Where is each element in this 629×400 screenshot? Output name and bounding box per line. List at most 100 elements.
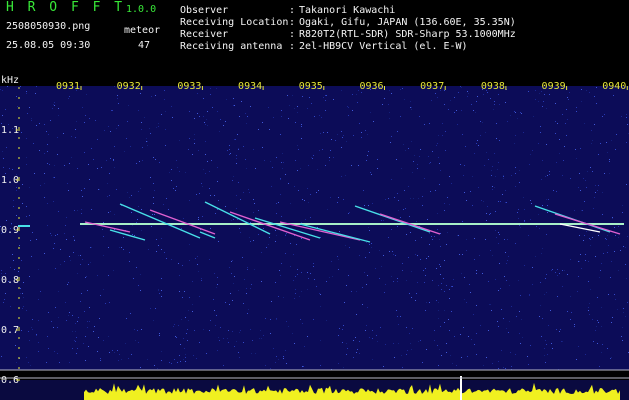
noise-speck [451, 311, 452, 312]
noise-speck [14, 269, 15, 270]
noise-speck [364, 205, 365, 206]
noise-speck [570, 319, 571, 320]
noise-speck [100, 295, 101, 296]
noise-speck [586, 187, 587, 188]
noise-speck [307, 188, 308, 189]
noise-speck [416, 293, 417, 294]
noise-speck [283, 162, 284, 163]
noise-speck [243, 303, 244, 304]
noise-speck [557, 275, 558, 276]
noise-speck [229, 149, 230, 150]
noise-speck [348, 275, 349, 276]
noise-speck [367, 275, 368, 276]
noise-speck [491, 170, 492, 171]
noise-speck [511, 306, 512, 307]
noise-speck [502, 194, 503, 195]
noise-speck [16, 215, 17, 216]
noise-speck [295, 160, 296, 161]
noise-speck [132, 234, 133, 235]
noise-speck [568, 99, 569, 100]
noise-speck [110, 211, 111, 212]
noise-speck [301, 291, 302, 292]
noise-speck [100, 360, 101, 361]
noise-speck [394, 357, 395, 358]
noise-speck [290, 243, 291, 244]
noise-speck [506, 280, 507, 281]
noise-speck [618, 226, 619, 227]
noise-speck [157, 368, 158, 369]
noise-speck [276, 203, 277, 204]
noise-speck [217, 111, 218, 112]
noise-speck [244, 279, 245, 280]
noise-speck [258, 225, 259, 226]
noise-speck [242, 257, 243, 258]
noise-speck [99, 189, 100, 190]
noise-speck [316, 192, 317, 193]
noise-speck [38, 299, 39, 300]
noise-speck [228, 342, 229, 343]
noise-speck [225, 206, 226, 207]
noise-speck [270, 319, 271, 320]
noise-speck [93, 159, 94, 160]
noise-speck [368, 151, 369, 152]
x-tick-label: 0932 [117, 81, 141, 92]
noise-speck [184, 348, 185, 349]
noise-speck [517, 118, 518, 119]
noise-speck [20, 86, 21, 87]
noise-speck [429, 233, 430, 234]
noise-speck [435, 93, 436, 94]
app-title: H R O F F T [6, 0, 126, 15]
noise-speck [180, 344, 181, 345]
noise-speck [48, 348, 49, 349]
noise-speck [141, 129, 142, 130]
noise-speck [371, 174, 372, 175]
noise-speck [276, 235, 277, 236]
noise-speck [498, 290, 499, 291]
noise-speck [325, 95, 326, 96]
noise-speck [411, 271, 412, 272]
noise-speck [26, 164, 27, 165]
noise-speck [85, 115, 86, 116]
noise-speck [31, 256, 32, 257]
noise-speck [346, 343, 347, 344]
noise-speck [476, 354, 477, 355]
noise-speck [246, 293, 247, 294]
noise-speck [226, 99, 227, 100]
noise-speck [319, 150, 320, 151]
noise-speck [489, 304, 490, 305]
noise-speck [147, 145, 148, 146]
noise-speck [606, 239, 607, 240]
noise-speck [110, 158, 111, 159]
noise-speck [193, 355, 194, 356]
noise-speck [35, 93, 36, 94]
noise-speck [562, 286, 563, 287]
noise-speck [217, 350, 218, 351]
noise-speck [131, 354, 132, 355]
noise-speck [80, 301, 81, 302]
noise-speck [532, 284, 533, 285]
noise-speck [366, 284, 367, 285]
noise-speck [66, 320, 67, 321]
noise-speck [583, 178, 584, 179]
noise-speck [58, 291, 59, 292]
noise-speck [364, 272, 365, 273]
noise-speck [440, 266, 441, 267]
noise-speck [398, 343, 399, 344]
noise-speck [483, 365, 484, 366]
noise-speck [497, 321, 498, 322]
noise-speck [135, 340, 136, 341]
noise-speck [480, 121, 481, 122]
noise-speck [495, 211, 496, 212]
noise-speck [567, 97, 568, 98]
noise-speck [467, 91, 468, 92]
noise-speck [207, 111, 208, 112]
noise-speck [469, 284, 470, 285]
noise-speck [27, 113, 28, 114]
noise-speck [498, 162, 499, 163]
noise-speck [314, 279, 315, 280]
noise-speck [562, 270, 563, 271]
noise-speck [601, 263, 602, 264]
noise-speck [505, 190, 506, 191]
noise-speck [198, 217, 199, 218]
noise-speck [76, 353, 77, 354]
